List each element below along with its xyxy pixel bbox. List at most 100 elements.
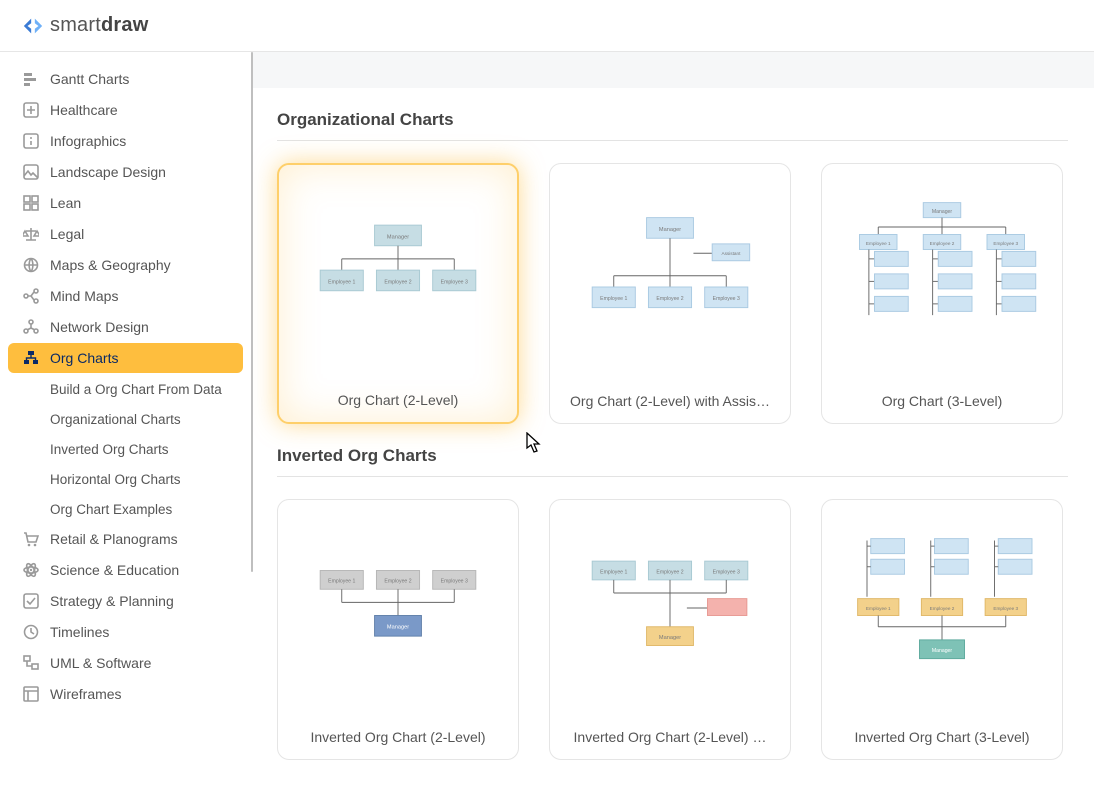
sidebar-item-science-education[interactable]: Science & Education xyxy=(8,555,243,585)
sidebar-item-org-charts[interactable]: Org Charts xyxy=(8,343,243,373)
sidebar-item-label: Strategy & Planning xyxy=(50,593,174,609)
sidebar-item-label: UML & Software xyxy=(50,655,151,671)
template-card[interactable]: Employee 1Employee 2Employee 3ManagerInv… xyxy=(821,499,1063,760)
sidebar-item-label: Org Charts xyxy=(50,350,118,366)
sidebar-item-label: Gantt Charts xyxy=(50,71,129,87)
template-thumbnail: Manager Assistant Employee 1 Employee 2 Empl… xyxy=(550,164,790,379)
svg-text:Assistant: Assistant xyxy=(721,251,741,256)
svg-text:Manager: Manager xyxy=(659,634,681,640)
sidebar-item-maps-geography[interactable]: Maps & Geography xyxy=(8,250,243,280)
svg-text:Employee 3: Employee 3 xyxy=(713,296,740,302)
info-square-icon xyxy=(22,132,40,150)
template-card[interactable]: ManagerEmployee 1Employee 2Employee 3Org… xyxy=(277,163,519,424)
sidebar-item-label: Infographics xyxy=(50,133,126,149)
section-title: Inverted Org Charts xyxy=(277,446,1068,477)
template-label: Inverted Org Chart (2-Level) xyxy=(278,715,518,759)
sidebar-item-gantt-charts[interactable]: Gantt Charts xyxy=(8,64,243,94)
network-icon xyxy=(22,318,40,336)
sidebar-sub-organizational-charts[interactable]: Organizational Charts xyxy=(8,404,243,434)
template-card[interactable]: Manager Employee 1 Employee 2 Employee 3 Org… xyxy=(821,163,1063,424)
svg-text:Employee 1: Employee 1 xyxy=(866,240,891,245)
wire-icon xyxy=(22,685,40,703)
svg-text:Employee 1: Employee 1 xyxy=(600,569,627,575)
sidebar-item-label: Landscape Design xyxy=(50,164,166,180)
svg-text:Manager: Manager xyxy=(932,208,953,214)
section-title: Organizational Charts xyxy=(277,110,1068,141)
landscape-icon xyxy=(22,163,40,181)
sidebar-item-retail-planograms[interactable]: Retail & Planograms xyxy=(8,524,243,554)
content-area: Organizational ChartsManagerEmployee 1Em… xyxy=(251,52,1094,791)
sidebar-item-mind-maps[interactable]: Mind Maps xyxy=(8,281,243,311)
header: smartdraw xyxy=(0,0,1094,52)
section-inverted-org-charts: Inverted Org ChartsEmployee 1Employee 2E… xyxy=(277,446,1068,760)
scales-icon xyxy=(22,225,40,243)
sidebar-item-healthcare[interactable]: Healthcare xyxy=(8,95,243,125)
template-label: Org Chart (2-Level) xyxy=(279,378,517,422)
svg-text:Employee 3: Employee 3 xyxy=(713,569,740,575)
sidebar-item-network-design[interactable]: Network Design xyxy=(8,312,243,342)
mouse-cursor-icon xyxy=(526,432,544,454)
svg-text:Employee 1: Employee 1 xyxy=(600,296,627,302)
sidebar-item-strategy-planning[interactable]: Strategy & Planning xyxy=(8,586,243,616)
svg-text:Employee 2: Employee 2 xyxy=(656,569,683,575)
check-square-icon xyxy=(22,592,40,610)
template-card[interactable]: Employee 1Employee 2Employee 3ManagerInv… xyxy=(549,499,791,760)
svg-text:Employee 2: Employee 2 xyxy=(930,240,955,245)
sidebar-item-lean[interactable]: Lean xyxy=(8,188,243,218)
svg-text:Manager: Manager xyxy=(387,624,409,630)
sidebar-item-legal[interactable]: Legal xyxy=(8,219,243,249)
svg-text:Employee 3: Employee 3 xyxy=(993,240,1018,245)
sidebar-item-timelines[interactable]: Timelines xyxy=(8,617,243,647)
svg-text:Manager: Manager xyxy=(659,226,681,232)
template-card[interactable]: Employee 1Employee 2Employee 3ManagerInv… xyxy=(277,499,519,760)
template-label: Org Chart (3-Level) xyxy=(822,379,1062,423)
toolbar-stripe xyxy=(251,52,1094,88)
plus-square-icon xyxy=(22,101,40,119)
section-organizational-charts: Organizational Charts Manager Employee 1 Em… xyxy=(277,110,1068,424)
boxes-icon xyxy=(22,654,40,672)
sidebar[interactable]: Gantt Charts Healthcare Infographics Landsc… xyxy=(0,52,251,791)
sidebar-sub-inverted-org-charts[interactable]: Inverted Org Charts xyxy=(8,434,243,464)
sidebar-item-label: Maps & Geography xyxy=(50,257,171,273)
template-thumbnail: Employee 1Employee 2Employee 3Manager xyxy=(278,500,518,715)
sidebar-sub-org-chart-examples[interactable]: Org Chart Examples xyxy=(8,494,243,524)
svg-text:Manager: Manager xyxy=(932,648,953,654)
sidebar-item-label: Healthcare xyxy=(50,102,118,118)
svg-text:Employee 2: Employee 2 xyxy=(656,296,683,302)
svg-text:Employee 2: Employee 2 xyxy=(384,279,411,285)
logo[interactable]: smartdraw xyxy=(22,14,148,37)
branch-icon xyxy=(22,287,40,305)
globe-icon xyxy=(22,256,40,274)
sidebar-item-wireframes[interactable]: Wireframes xyxy=(8,679,243,709)
svg-text:Employee 1: Employee 1 xyxy=(328,279,355,285)
template-card[interactable]: Manager Assistant Employee 1 Employee 2 Empl… xyxy=(549,163,791,424)
svg-text:Employee 2: Employee 2 xyxy=(384,578,411,584)
template-thumbnail: ManagerEmployee 1Employee 2Employee 3 xyxy=(279,165,517,378)
sidebar-item-uml-software[interactable]: UML & Software xyxy=(8,648,243,678)
template-thumbnail: Employee 1Employee 2Employee 3Manager xyxy=(822,500,1062,715)
logo-icon xyxy=(22,15,44,37)
sidebar-sub-horizontal-org-charts[interactable]: Horizontal Org Charts xyxy=(8,464,243,494)
sidebar-item-label: Science & Education xyxy=(50,562,179,578)
gantt-icon xyxy=(22,70,40,88)
sidebar-item-label: Network Design xyxy=(50,319,149,335)
clock-icon xyxy=(22,623,40,641)
sidebar-item-label: Legal xyxy=(50,226,84,242)
logo-text: smartdraw xyxy=(50,14,148,37)
template-label: Org Chart (2-Level) with Assis… xyxy=(550,379,790,423)
org-icon xyxy=(22,349,40,367)
sidebar-item-label: Wireframes xyxy=(50,686,122,702)
svg-text:Employee 3: Employee 3 xyxy=(441,578,468,584)
sidebar-item-label: Retail & Planograms xyxy=(50,531,178,547)
template-thumbnail: Employee 1 Employee 2 Employee 3 Manager xyxy=(550,500,790,715)
svg-text:Employee 3: Employee 3 xyxy=(993,605,1018,610)
svg-text:Employee 2: Employee 2 xyxy=(930,605,955,610)
sidebar-item-infographics[interactable]: Infographics xyxy=(8,126,243,156)
template-label: Inverted Org Chart (3-Level) xyxy=(822,715,1062,759)
sidebar-sub-build-a-org-chart-from-data[interactable]: Build a Org Chart From Data xyxy=(8,374,243,404)
svg-text:Manager: Manager xyxy=(387,234,409,240)
grid-icon xyxy=(22,194,40,212)
sidebar-item-landscape-design[interactable]: Landscape Design xyxy=(8,157,243,187)
atom-icon xyxy=(22,561,40,579)
sidebar-item-label: Lean xyxy=(50,195,81,211)
